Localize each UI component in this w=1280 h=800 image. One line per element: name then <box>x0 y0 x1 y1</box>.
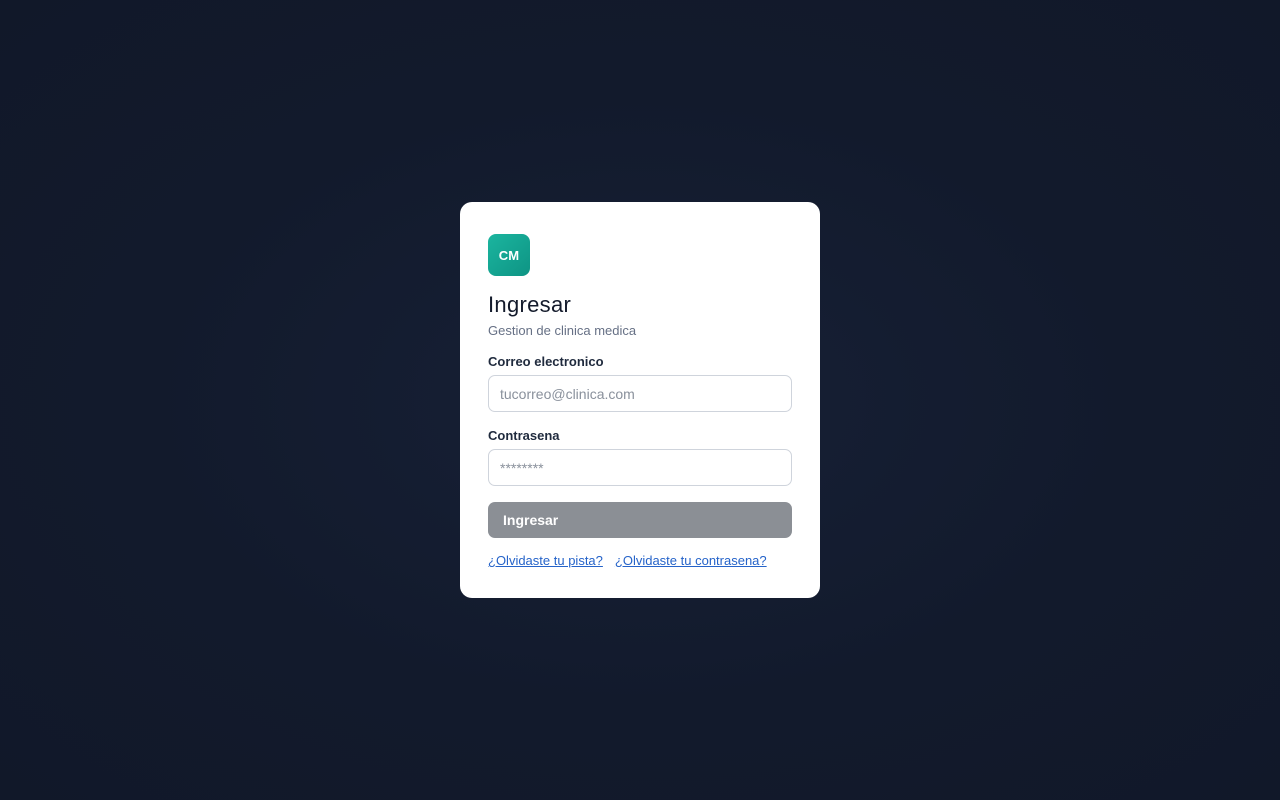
email-label: Correo electronico <box>488 354 604 369</box>
password-label: Contrasena <box>488 428 560 443</box>
email-field[interactable] <box>488 375 792 412</box>
forgot-hint-link[interactable]: ¿Olvidaste tu pista? <box>488 553 603 569</box>
login-button[interactable]: Ingresar <box>488 502 792 538</box>
page-subtitle: Gestion de clinica medica <box>488 323 637 338</box>
login-card: CM Ingresar Gestion de clinica medica Co… <box>460 202 820 598</box>
page-title: Ingresar <box>488 292 572 317</box>
forgot-password-link[interactable]: ¿Olvidaste tu contrasena? <box>615 553 767 569</box>
password-field[interactable] <box>488 449 792 486</box>
recovery-links: ¿Olvidaste tu pista? ¿Olvidaste tu contr… <box>488 553 792 569</box>
clinic-logo: CM <box>488 234 530 276</box>
